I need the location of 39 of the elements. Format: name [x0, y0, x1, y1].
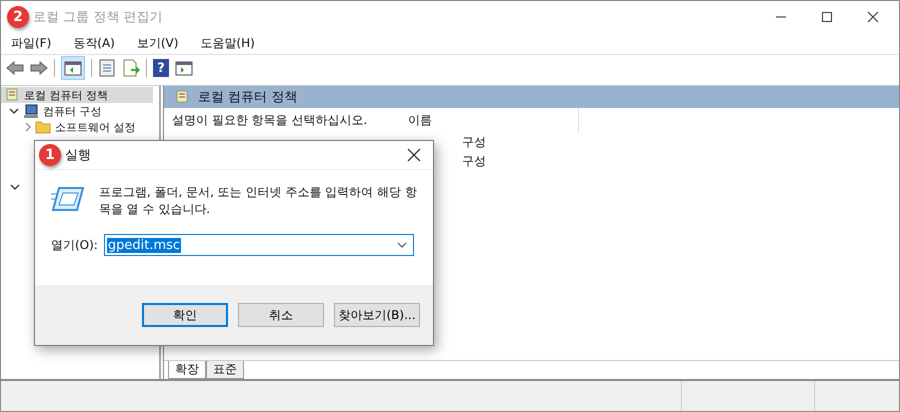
column-header[interactable]: 이름 [398, 108, 579, 133]
close-icon[interactable] [867, 10, 879, 22]
tree-item[interactable]: 컴퓨터 구성 [1, 103, 159, 119]
open-label: 열기(O): [51, 236, 98, 254]
maximize-icon[interactable] [821, 10, 833, 22]
run-icon [51, 184, 85, 214]
menu-item[interactable]: 도움말(H) [200, 34, 255, 52]
scroll-icon [4, 87, 20, 103]
ok-button[interactable]: 확인 [142, 303, 228, 327]
number-badge: 2 [7, 6, 29, 28]
export-icon[interactable] [122, 59, 140, 77]
pane-toggle-icon[interactable] [61, 56, 85, 80]
panel-title: 로컬 컴퓨터 정책 [198, 89, 298, 106]
help-icon[interactable]: ? [153, 59, 169, 77]
cancel-button[interactable]: 취소 [238, 303, 324, 327]
scroll-icon [174, 89, 190, 105]
menu-item[interactable]: 보기(V) [136, 34, 178, 52]
window-title: 로컬 그룹 정책 편집기 [33, 8, 162, 26]
tab[interactable]: 확장 [168, 361, 206, 379]
list-icon[interactable] [98, 59, 116, 77]
forward-icon[interactable] [30, 61, 48, 75]
chevron-icon[interactable] [10, 182, 20, 192]
dropdown-icon[interactable] [396, 242, 407, 248]
number-badge: 1 [39, 144, 61, 166]
menu-item[interactable]: 파일(F) [11, 34, 52, 52]
pane-icon[interactable] [175, 59, 193, 77]
back-icon[interactable] [6, 61, 24, 75]
computer-icon [23, 103, 39, 119]
menu-item[interactable]: 동작(A) [73, 34, 115, 52]
browse-button[interactable]: 찾아보기(B)... [334, 303, 420, 327]
folder-icon [35, 120, 51, 134]
description-text: 설명이 필요한 항목을 선택하십시오. [171, 112, 368, 129]
dialog-title: 실행 [65, 147, 91, 164]
tab[interactable]: 표준 [206, 361, 244, 379]
instruction-text: 프로그램, 폴더, 문서, 또는 인터넷 주소를 입력하여 해당 항목을 열 수 있습니다. [98, 184, 417, 218]
command-field[interactable]: gpedit.msc [104, 234, 414, 256]
close-icon[interactable] [407, 148, 421, 162]
tree-item[interactable]: 소프트웨어 설정 [1, 119, 159, 135]
tree-item[interactable]: 로컬 컴퓨터 정책 [1, 87, 153, 103]
